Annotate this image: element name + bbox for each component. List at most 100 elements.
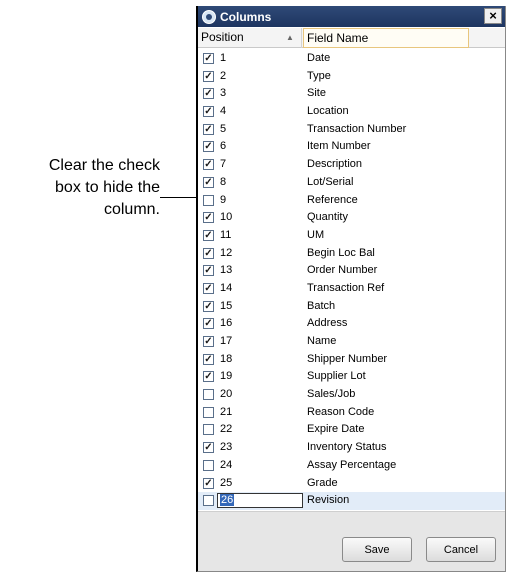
list-item[interactable]: ✓ 4 Location	[198, 103, 505, 121]
visibility-checkbox[interactable]: ✓	[203, 282, 214, 294]
position-value: 10	[220, 211, 233, 224]
list-item[interactable]: ✓ 5 Transaction Number	[198, 121, 505, 139]
position-value: 19	[220, 370, 233, 383]
position-value: 26	[220, 494, 235, 507]
list-item[interactable]: ✓ 11 UM	[198, 227, 505, 245]
visibility-checkbox[interactable]: ✓	[203, 70, 214, 82]
list-item[interactable]: ✓ 18 Shipper Number	[198, 351, 505, 369]
field-name-value: Transaction Ref	[307, 281, 385, 294]
visibility-checkbox[interactable]: ✓	[203, 300, 214, 312]
list-item[interactable]: ✓ 14 Transaction Ref	[198, 280, 505, 298]
visibility-checkbox[interactable]: ✓	[203, 477, 214, 489]
position-value: 13	[220, 264, 233, 277]
visibility-checkbox[interactable]: ✓	[203, 371, 214, 383]
visibility-checkbox[interactable]: ✓	[203, 176, 214, 188]
visibility-checkbox[interactable]	[203, 406, 214, 418]
field-name-value: Reference	[307, 193, 358, 206]
position-value: 4	[220, 105, 227, 118]
save-button[interactable]: Save	[342, 537, 412, 562]
visibility-checkbox[interactable]: ✓	[203, 265, 214, 277]
dialog-title: Columns	[220, 9, 272, 24]
list-item[interactable]: 20 Sales/Job	[198, 386, 505, 404]
visibility-checkbox[interactable]: ✓	[203, 159, 214, 171]
list-item[interactable]: 24 Assay Percentage	[198, 457, 505, 475]
position-value: 5	[220, 122, 227, 135]
visibility-checkbox[interactable]: ✓	[203, 229, 214, 241]
list-item[interactable]: ✓ 6 Item Number	[198, 138, 505, 156]
header-filler	[470, 28, 506, 48]
position-value: 7	[220, 158, 227, 171]
column-list: ✓ 1 Date ✓ 2 Type ✓ 3 Site ✓ 4 Location ✓ 5 Transactio…	[198, 50, 505, 510]
cancel-button[interactable]: Cancel	[426, 537, 496, 562]
list-item[interactable]: 22 Expire Date	[198, 421, 505, 439]
position-value: 9	[220, 193, 227, 206]
field-name-value: Assay Percentage	[307, 458, 397, 471]
position-value: 1	[220, 52, 227, 64]
position-value: 20	[220, 388, 233, 401]
field-name-value: Inventory Status	[307, 441, 387, 454]
list-item[interactable]: ✓ 12 Begin Loc Bal	[198, 245, 505, 263]
visibility-checkbox[interactable]	[203, 389, 214, 401]
list-item[interactable]: ✓ 13 Order Number	[198, 262, 505, 280]
visibility-checkbox[interactable]	[203, 495, 214, 507]
list-item[interactable]: 9 Reference	[198, 192, 505, 210]
dialog-footer: Save Cancel	[198, 511, 505, 571]
position-value: 12	[220, 246, 233, 259]
visibility-checkbox[interactable]	[203, 424, 214, 436]
visibility-checkbox[interactable]	[203, 194, 214, 206]
list-item[interactable]: ✓ 17 Name	[198, 333, 505, 351]
list-item[interactable]: ✓ 1 Date	[198, 50, 505, 68]
list-item[interactable]: ✓ 8 Lot/Serial	[198, 174, 505, 192]
visibility-checkbox[interactable]: ✓	[203, 212, 214, 224]
field-name-value: Batch	[307, 299, 336, 312]
field-name-value: Item Number	[307, 140, 371, 153]
list-item[interactable]: ✓ 15 Batch	[198, 298, 505, 316]
visibility-checkbox[interactable]: ✓	[203, 247, 214, 259]
callout-text: Clear the check box to hide the column.	[0, 155, 160, 221]
position-value: 14	[220, 281, 233, 294]
field-name-value: Name	[307, 335, 337, 347]
list-item[interactable]: ✓ 3 Site	[198, 85, 505, 103]
field-name-value: Grade	[307, 476, 338, 489]
position-value: 24	[220, 458, 233, 471]
visibility-checkbox[interactable]: ✓	[203, 353, 214, 365]
field-name-value: Order Number	[307, 264, 378, 277]
position-edit-field[interactable]: 26	[217, 493, 303, 509]
app-icon	[202, 9, 216, 24]
position-value: 2	[220, 69, 227, 82]
position-value: 21	[220, 405, 233, 418]
visibility-checkbox[interactable]: ✓	[203, 53, 214, 64]
column-header-row: Position ▲ Field Name	[198, 28, 505, 48]
field-name-value: Address	[307, 317, 348, 330]
field-name-value: Lot/Serial	[307, 175, 354, 188]
position-value: 22	[220, 423, 233, 436]
position-value: 25	[220, 476, 233, 489]
visibility-checkbox[interactable]: ✓	[203, 442, 214, 454]
list-item[interactable]: 26 Revision	[198, 492, 505, 510]
list-item[interactable]: ✓ 19 Supplier Lot	[198, 368, 505, 386]
visibility-checkbox[interactable]: ✓	[203, 336, 214, 347]
visibility-checkbox[interactable]: ✓	[203, 106, 214, 118]
visibility-checkbox[interactable]	[203, 459, 214, 471]
visibility-checkbox[interactable]: ✓	[203, 123, 214, 135]
visibility-checkbox[interactable]: ✓	[203, 318, 214, 330]
position-value: 17	[220, 335, 233, 347]
list-item[interactable]: ✓ 2 Type	[198, 68, 505, 86]
visibility-checkbox[interactable]: ✓	[203, 88, 214, 100]
field-name-value: UM	[307, 228, 325, 241]
list-item[interactable]: ✓ 7 Description	[198, 156, 505, 174]
header-field-name[interactable]: Field Name	[303, 28, 469, 48]
list-item[interactable]: ✓ 10 Quantity	[198, 209, 505, 227]
list-item[interactable]: ✓ 16 Address	[198, 315, 505, 333]
list-item[interactable]: ✓ 23 Inventory Status	[198, 439, 505, 457]
dialog-titlebar[interactable]: Columns ×	[198, 6, 505, 27]
list-item[interactable]: ✓ 25 Grade	[198, 475, 505, 493]
close-button[interactable]: ×	[484, 8, 502, 24]
field-name-value: Begin Loc Bal	[307, 246, 375, 259]
header-position[interactable]: Position ▲	[198, 28, 302, 48]
visibility-checkbox[interactable]: ✓	[203, 141, 214, 153]
callout-line-2: box to hide the	[55, 179, 160, 196]
list-item[interactable]: 21 Reason Code	[198, 404, 505, 422]
header-position-label: Position	[201, 30, 244, 44]
position-value: 23	[220, 441, 233, 454]
